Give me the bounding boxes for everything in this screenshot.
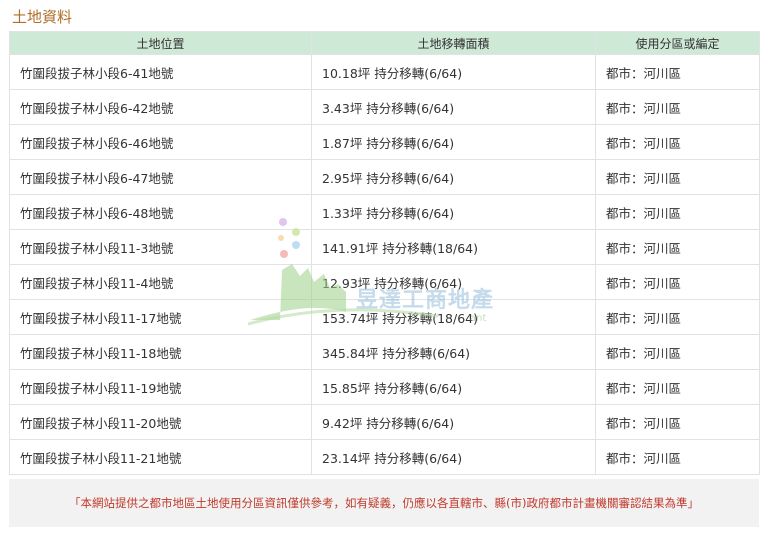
cell-area: 12.93坪 持分移轉(6/64) [311,264,596,300]
cell-zone: 都市：河川區 [595,54,760,90]
cell-zone: 都市：河川區 [595,369,760,405]
cell-zone: 都市：河川區 [595,159,760,195]
table-row: 竹圍段拔子林小段11-21地號 23.14坪 持分移轉(6/64) 都市：河川區 [9,439,760,475]
cell-zone: 都市：河川區 [595,404,760,440]
cell-area: 1.87坪 持分移轉(6/64) [311,124,596,160]
cell-location: 竹圍段拔子林小段11-19地號 [9,369,312,405]
cell-zone: 都市：河川區 [595,89,760,125]
table-row: 竹圍段拔子林小段11-3地號 141.91坪 持分移轉(18/64) 都市：河川… [9,229,760,265]
cell-location: 竹圍段拔子林小段11-17地號 [9,299,312,335]
table-row: 竹圍段拔子林小段6-41地號 10.18坪 持分移轉(6/64) 都市：河川區 [9,54,760,90]
table-header-row: 土地位置 土地移轉面積 使用分區或編定 [9,31,760,55]
table-row: 竹圍段拔子林小段6-46地號 1.87坪 持分移轉(6/64) 都市：河川區 [9,124,760,160]
header-location: 土地位置 [9,31,312,55]
cell-zone: 都市：河川區 [595,439,760,475]
cell-area: 10.18坪 持分移轉(6/64) [311,54,596,90]
cell-area: 1.33坪 持分移轉(6/64) [311,194,596,230]
cell-location: 竹圍段拔子林小段6-42地號 [9,89,312,125]
cell-location: 竹圍段拔子林小段11-4地號 [9,264,312,300]
cell-area: 2.95坪 持分移轉(6/64) [311,159,596,195]
table-row: 竹圍段拔子林小段11-17地號 153.74坪 持分移轉(18/64) 都市：河… [9,299,760,335]
cell-location: 竹圍段拔子林小段11-21地號 [9,439,312,475]
table-row: 竹圍段拔子林小段11-4地號 12.93坪 持分移轉(6/64) 都市：河川區 [9,264,760,300]
land-table: 土地位置 土地移轉面積 使用分區或編定 竹圍段拔子林小段6-41地號 10.18… [9,31,760,475]
cell-zone: 都市：河川區 [595,194,760,230]
cell-area: 153.74坪 持分移轉(18/64) [311,299,596,335]
cell-location: 竹圍段拔子林小段6-46地號 [9,124,312,160]
cell-location: 竹圍段拔子林小段11-3地號 [9,229,312,265]
cell-location: 竹圍段拔子林小段6-41地號 [9,54,312,90]
disclaimer-notice: 「本網站提供之都市地區土地使用分區資訊僅供參考，如有疑義，仍應以各直轄市、縣(市… [9,479,759,527]
table-row: 竹圍段拔子林小段6-48地號 1.33坪 持分移轉(6/64) 都市：河川區 [9,194,760,230]
table-row: 竹圍段拔子林小段6-42地號 3.43坪 持分移轉(6/64) 都市：河川區 [9,89,760,125]
table-row: 竹圍段拔子林小段6-47地號 2.95坪 持分移轉(6/64) 都市：河川區 [9,159,760,195]
cell-area: 9.42坪 持分移轉(6/64) [311,404,596,440]
section-title: 土地資料 [12,8,73,26]
cell-area: 23.14坪 持分移轉(6/64) [311,439,596,475]
cell-zone: 都市：河川區 [595,299,760,335]
cell-area: 141.91坪 持分移轉(18/64) [311,229,596,265]
cell-area: 15.85坪 持分移轉(6/64) [311,369,596,405]
cell-location: 竹圍段拔子林小段11-18地號 [9,334,312,370]
cell-location: 竹圍段拔子林小段6-47地號 [9,159,312,195]
cell-zone: 都市：河川區 [595,334,760,370]
header-zone: 使用分區或編定 [595,31,760,55]
table-row: 竹圍段拔子林小段11-20地號 9.42坪 持分移轉(6/64) 都市：河川區 [9,404,760,440]
cell-location: 竹圍段拔子林小段11-20地號 [9,404,312,440]
table-row: 竹圍段拔子林小段11-18地號 345.84坪 持分移轉(6/64) 都市：河川… [9,334,760,370]
cell-zone: 都市：河川區 [595,264,760,300]
cell-zone: 都市：河川區 [595,229,760,265]
cell-area: 345.84坪 持分移轉(6/64) [311,334,596,370]
cell-area: 3.43坪 持分移轉(6/64) [311,89,596,125]
cell-zone: 都市：河川區 [595,124,760,160]
cell-location: 竹圍段拔子林小段6-48地號 [9,194,312,230]
table-row: 竹圍段拔子林小段11-19地號 15.85坪 持分移轉(6/64) 都市：河川區 [9,369,760,405]
header-area: 土地移轉面積 [311,31,596,55]
